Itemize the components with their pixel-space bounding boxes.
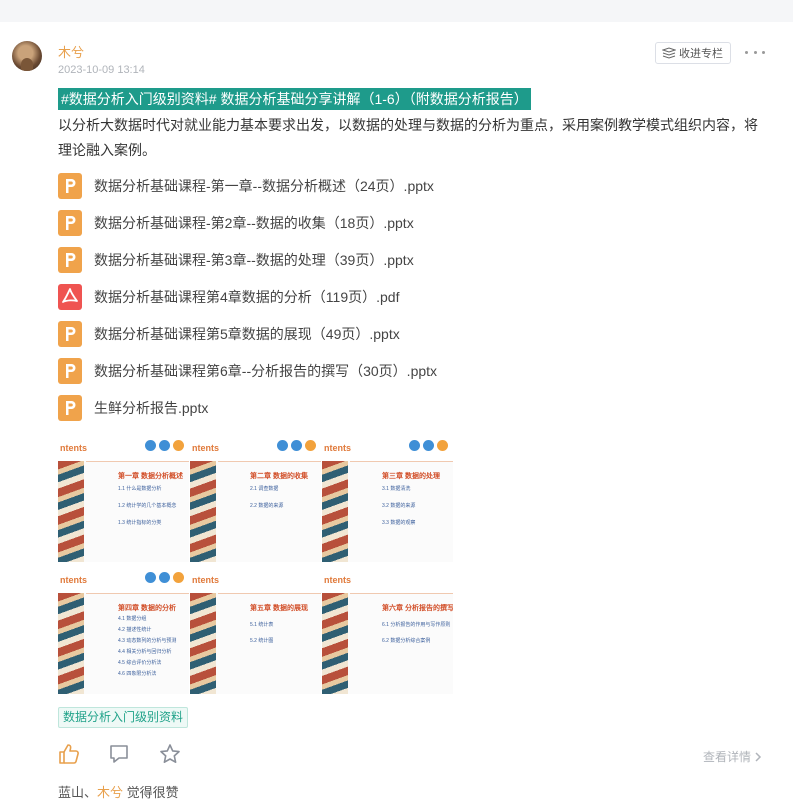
thumbnail-item: 2.1 调查数据 (250, 486, 279, 492)
attachment-item[interactable]: 数据分析基础课程第4章数据的分析（119页）.pdf (58, 283, 399, 311)
image-thumbnail[interactable]: ntents 第五章 数据的展现 5.1 统计表 5.2 统计图 (190, 563, 322, 695)
attachment-item[interactable]: 数据分析基础课程-第一章--数据分析概述（24页）.pptx (58, 172, 434, 200)
attachment-name: 数据分析基础课程第4章数据的分析（119页）.pdf (94, 289, 400, 305)
chevron-right-icon (755, 751, 762, 762)
thumbnail-chapter: 第一章 数据分析概述 (118, 473, 183, 480)
thumbnail-item: 2.2 数据的来源 (250, 503, 284, 509)
thumbnail-chapter: 第六章 分析报告的撰写 (382, 605, 454, 612)
ppt-file-icon (58, 358, 82, 384)
avatar[interactable] (12, 41, 42, 71)
thumbnail-icons (409, 440, 448, 451)
image-thumbnail[interactable]: ntents 第四章 数据的分析 4.1 数据分组 4.2 描述性统计 4.3 … (58, 563, 190, 695)
likers-suffix: 觉得很赞 (123, 785, 179, 800)
post-time: 2023-10-09 13:14 (58, 64, 145, 76)
view-detail-link[interactable]: 查看详情 (703, 748, 762, 765)
image-grid: ntents 第一章 数据分析概述 1.1 什么是数据分析 1.2 统计学的几个… (58, 431, 454, 695)
thumbnail-header: ntents (324, 575, 351, 585)
attachment-item[interactable]: 数据分析基础课程-第2章--数据的收集（18页）.pptx (58, 209, 414, 237)
thumbnail-icons (145, 440, 184, 451)
likers-line: 蓝山、木兮 觉得很赞 (58, 782, 179, 801)
image-thumbnail[interactable]: ntents 第六章 分析报告的撰写 6.1 分析报告的作用与写作原则 6.2 … (322, 563, 454, 695)
thumbnail-icons (277, 440, 316, 451)
thumbnail-item: 5.2 统计图 (250, 638, 274, 644)
thumbs-up-icon[interactable] (58, 743, 80, 765)
thumbnail-item: 6.2 数据分析综合案例 (382, 638, 431, 644)
ppt-file-icon (58, 321, 82, 347)
ppt-file-icon (58, 173, 82, 199)
attachment-item[interactable]: 数据分析基础课程-第3章--数据的处理（39页）.pptx (58, 246, 414, 274)
thumbnail-item: 4.3 动态数列的分析与预测 (118, 638, 177, 644)
thumbnail-item: 3.1 数据清洗 (382, 486, 411, 492)
ppt-file-icon (58, 395, 82, 421)
thumbnail-item: 1.2 统计学的几个基本概念 (118, 503, 177, 509)
image-thumbnail[interactable]: ntents 第一章 数据分析概述 1.1 什么是数据分析 1.2 统计学的几个… (58, 431, 190, 563)
collect-label: 收进专栏 (679, 48, 723, 60)
topic-heading[interactable]: #数据分析入门级别资料# 数据分析基础分享讲解（1-6）（附数据分析报告） (58, 88, 531, 110)
thumbnail-chapter: 第五章 数据的展现 (250, 605, 308, 612)
liker-name[interactable]: 蓝山 (58, 785, 84, 800)
view-detail-label: 查看详情 (703, 750, 752, 764)
thumbnail-icons (145, 572, 184, 583)
pdf-file-icon (58, 284, 82, 310)
thumbnail-chapter: 第二章 数据的收集 (250, 473, 308, 480)
thumbnail-header: ntents (192, 575, 219, 585)
thumbnail-header: ntents (60, 443, 87, 453)
thumbnail-item: 6.1 分析报告的作用与写作原则 (382, 622, 451, 628)
attachment-name: 数据分析基础课程第5章数据的展现（49页）.pptx (94, 326, 400, 342)
post-card: 木兮 2023-10-09 13:14 收进专栏 #数据分析入门级别资料# 数据… (0, 22, 793, 812)
post-description: 以分析大数据时代对就业能力基本要求出发，以数据的处理与数据的分析为重点，采用案例… (58, 117, 758, 158)
liker-separator: 、 (84, 785, 98, 800)
image-thumbnail[interactable]: ntents 第三章 数据的处理 3.1 数据清洗 3.2 数据的来源 3.3 … (322, 431, 454, 563)
liker-name[interactable]: 木兮 (97, 785, 123, 800)
thumbnail-item: 4.6 四象限分析法 (118, 671, 157, 677)
thumbnail-item: 1.3 统计指标的分类 (118, 520, 162, 526)
attachment-name: 数据分析基础课程-第一章--数据分析概述（24页）.pptx (94, 178, 434, 194)
ppt-file-icon (58, 210, 82, 236)
attachment-item[interactable]: 数据分析基础课程第5章数据的展现（49页）.pptx (58, 320, 400, 348)
ppt-file-icon (58, 247, 82, 273)
thumbnail-header: ntents (192, 443, 219, 453)
thumbnail-chapter: 第三章 数据的处理 (382, 473, 440, 480)
attachment-name: 数据分析基础课程-第3章--数据的处理（39页）.pptx (94, 252, 414, 268)
thumbnail-item: 4.2 描述性统计 (118, 627, 152, 633)
thumbnail-item: 4.4 相关分析与回归分析 (118, 649, 172, 655)
star-icon[interactable] (159, 743, 181, 765)
thumbnail-item: 1.1 什么是数据分析 (118, 486, 162, 492)
thumbnail-item: 3.3 数据的观察 (382, 520, 416, 526)
image-thumbnail[interactable]: ntents 第二章 数据的收集 2.1 调查数据 2.2 数据的来源 (190, 431, 322, 563)
column-collect-icon (662, 47, 676, 59)
thumbnail-item: 5.1 统计表 (250, 622, 274, 628)
top-band (0, 0, 793, 22)
attachment-name: 生鲜分析报告.pptx (94, 400, 209, 416)
attachment-item[interactable]: 生鲜分析报告.pptx (58, 394, 208, 422)
collect-to-column-button[interactable]: 收进专栏 (655, 42, 731, 64)
thumbnail-header: ntents (324, 443, 351, 453)
thumbnail-header: ntents (60, 575, 87, 585)
thumbnail-item: 4.5 综合评价分析法 (118, 660, 162, 666)
author-name[interactable]: 木兮 (58, 42, 84, 61)
thumbnail-item: 3.2 数据的来源 (382, 503, 416, 509)
thumbnail-item: 4.1 数据分组 (118, 616, 147, 622)
attachment-name: 数据分析基础课程-第2章--数据的收集（18页）.pptx (94, 215, 414, 231)
more-dots-icon[interactable] (745, 44, 765, 60)
thumbnail-chapter: 第四章 数据的分析 (118, 605, 176, 612)
attachment-item[interactable]: 数据分析基础课程第6章--分析报告的撰写（30页）.pptx (58, 357, 437, 385)
attachment-name: 数据分析基础课程第6章--分析报告的撰写（30页）.pptx (94, 363, 438, 379)
topic-tag[interactable]: 数据分析入门级别资料 (58, 707, 189, 728)
comment-icon[interactable] (108, 743, 130, 765)
